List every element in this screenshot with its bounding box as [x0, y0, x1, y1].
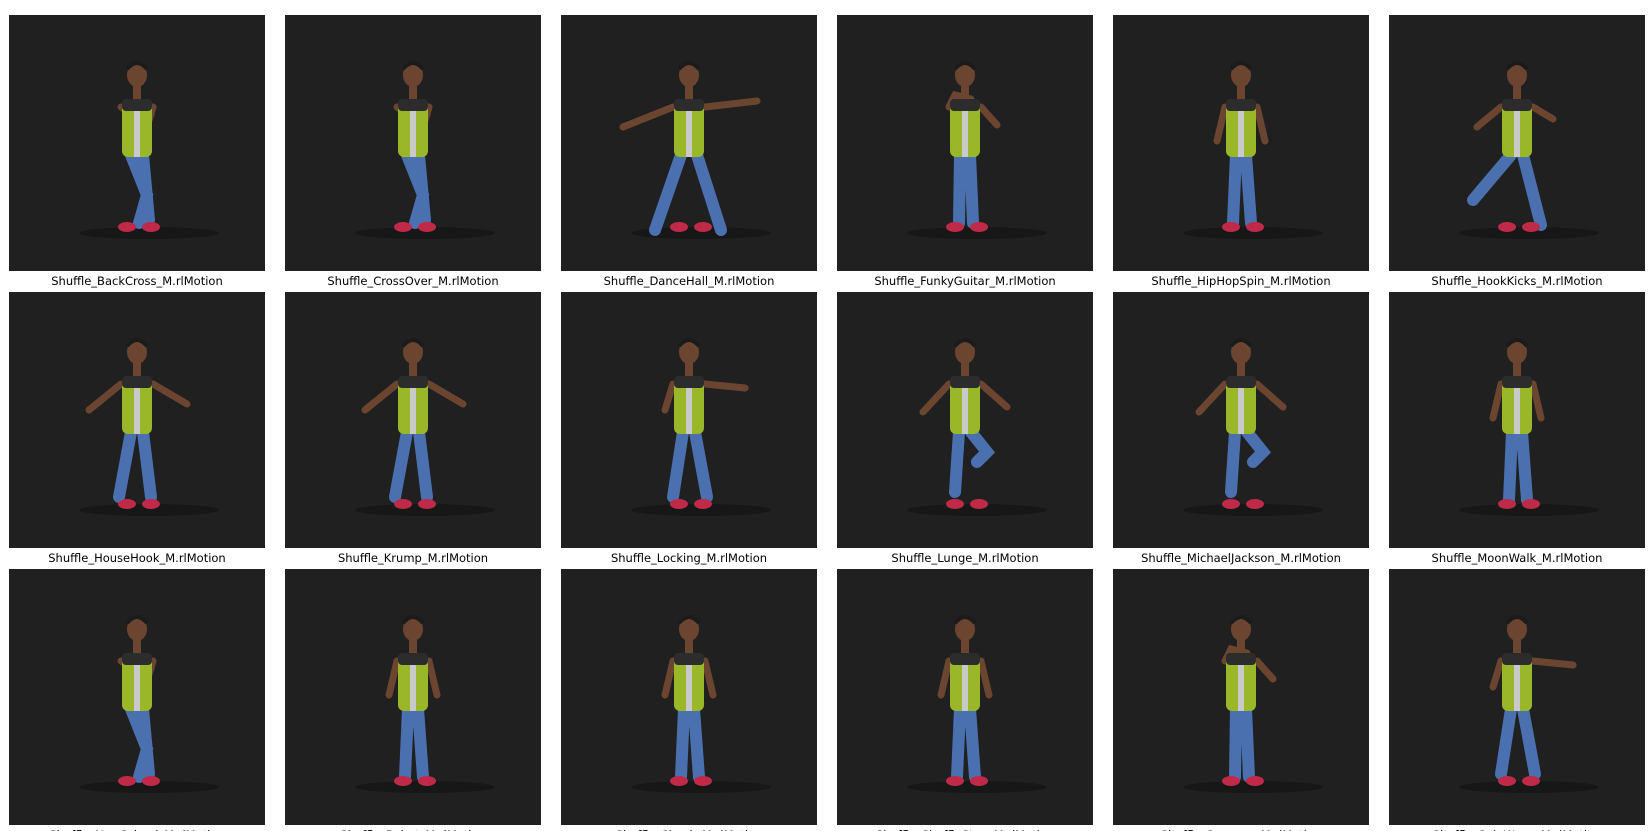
- motion-file-name: Shuffle_FunkyGuitar_M.rlMotion: [874, 274, 1056, 288]
- motion-thumbnail: [1389, 15, 1645, 271]
- dancer-figure-image: [355, 615, 495, 793]
- motion-file-item[interactable]: Shuffle_MoonWalk_M.rlMotion: [1389, 292, 1645, 570]
- motion-thumbnail: [1113, 292, 1369, 548]
- motion-file-item[interactable]: Shuffle_Lunge_M.rlMotion: [837, 292, 1093, 570]
- motion-thumbnail: [1113, 569, 1369, 825]
- motion-file-item[interactable]: Shuffle_Krump_M.rlMotion: [285, 292, 541, 570]
- motion-thumbnail: [285, 569, 541, 825]
- dancer-figure-image: [79, 338, 219, 516]
- motion-file-name: Shuffle_HouseHook_M.rlMotion: [48, 551, 226, 565]
- motion-file-item[interactable]: Shuffle_BackCross_M.rlMotion: [9, 15, 265, 293]
- dancer-figure-image: [631, 338, 771, 516]
- motion-thumbnail: [9, 292, 265, 548]
- motion-thumbnail: [1389, 292, 1645, 548]
- dancer-figure-image: [79, 615, 219, 793]
- dancer-figure-image: [1459, 615, 1599, 793]
- dancer-figure-image: [355, 338, 495, 516]
- motion-thumbnail: [9, 15, 265, 271]
- dancer-figure-image: [1459, 338, 1599, 516]
- motion-thumbnail: [1389, 569, 1645, 825]
- motion-file-item[interactable]: Shuffle_Robot_M.rlMotion: [285, 569, 541, 831]
- dancer-figure-image: [355, 61, 495, 239]
- motion-file-item[interactable]: Shuffle_Locking_M.rlMotion: [561, 292, 817, 570]
- motion-thumbnail: [285, 292, 541, 548]
- motion-file-item[interactable]: Shuffle_DanceHall_M.rlMotion: [561, 15, 817, 293]
- motion-thumbnail: [561, 15, 817, 271]
- motion-file-item[interactable]: Shuffle_Sorcerer_M.rlMotion: [1113, 569, 1369, 831]
- motion-file-name: Shuffle_HipHopSpin_M.rlMotion: [1151, 274, 1331, 288]
- dancer-figure-image: [1459, 61, 1599, 239]
- motion-thumbnail: [1113, 15, 1369, 271]
- motion-file-item[interactable]: Shuffle_CrossOver_M.rlMotion: [285, 15, 541, 293]
- motion-file-name: Shuffle_Lunge_M.rlMotion: [891, 551, 1039, 565]
- dancer-figure-image: [631, 615, 771, 793]
- motion-file-item[interactable]: Shuffle_MichaelJackson_M.rlMotion: [1113, 292, 1369, 570]
- motion-file-item[interactable]: Shuffle_NewSchool_M.rlMotion: [9, 569, 265, 831]
- motion-thumbnail: [9, 569, 265, 825]
- dancer-figure-image: [907, 338, 1047, 516]
- motion-file-name: Shuffle_Locking_M.rlMotion: [610, 551, 768, 565]
- dancer-figure-image: [907, 615, 1047, 793]
- dancer-figure-image: [1183, 61, 1323, 239]
- motion-file-item[interactable]: Shuffle_HookKicks_M.rlMotion: [1389, 15, 1645, 293]
- motion-file-name: Shuffle_MoonWalk_M.rlMotion: [1431, 551, 1603, 565]
- motion-file-name: Shuffle_Krump_M.rlMotion: [337, 551, 489, 565]
- motion-file-item[interactable]: Shuffle_HipHopSpin_M.rlMotion: [1113, 15, 1369, 293]
- motion-thumbnail: [561, 569, 817, 825]
- motion-file-item[interactable]: Shuffle_FunkyGuitar_M.rlMotion: [837, 15, 1093, 293]
- motion-file-item[interactable]: Shuffle_ShuffleStep_M.rlMotion: [837, 569, 1093, 831]
- dancer-figure-image: [1183, 615, 1323, 793]
- motion-thumbnail: [837, 292, 1093, 548]
- motion-file-name: Shuffle_CrossOver_M.rlMotion: [327, 274, 499, 288]
- dancer-figure-image: [79, 61, 219, 239]
- motion-file-name: Shuffle_DanceHall_M.rlMotion: [603, 274, 775, 288]
- motion-thumbnail: [285, 15, 541, 271]
- motion-file-name: Shuffle_HookKicks_M.rlMotion: [1431, 274, 1603, 288]
- motion-file-item[interactable]: Shuffle_Shuck_M.rlMotion: [561, 569, 817, 831]
- motion-thumbnail: [837, 569, 1093, 825]
- dancer-figure-image: [907, 61, 1047, 239]
- dancer-figure-image: [619, 61, 771, 239]
- dancer-figure-image: [1183, 338, 1323, 516]
- motion-file-item[interactable]: Shuffle_HouseHook_M.rlMotion: [9, 292, 265, 570]
- motion-file-item[interactable]: Shuffle_SpinWave_M.rlMotion: [1389, 569, 1645, 831]
- motion-file-name: Shuffle_BackCross_M.rlMotion: [51, 274, 223, 288]
- thumbnail-grid: Shuffle_BackCross_M.rlMotion Shuffle_Cros…: [0, 0, 1651, 831]
- motion-thumbnail: [837, 15, 1093, 271]
- motion-thumbnail: [561, 292, 817, 548]
- motion-file-name: Shuffle_MichaelJackson_M.rlMotion: [1141, 551, 1341, 565]
